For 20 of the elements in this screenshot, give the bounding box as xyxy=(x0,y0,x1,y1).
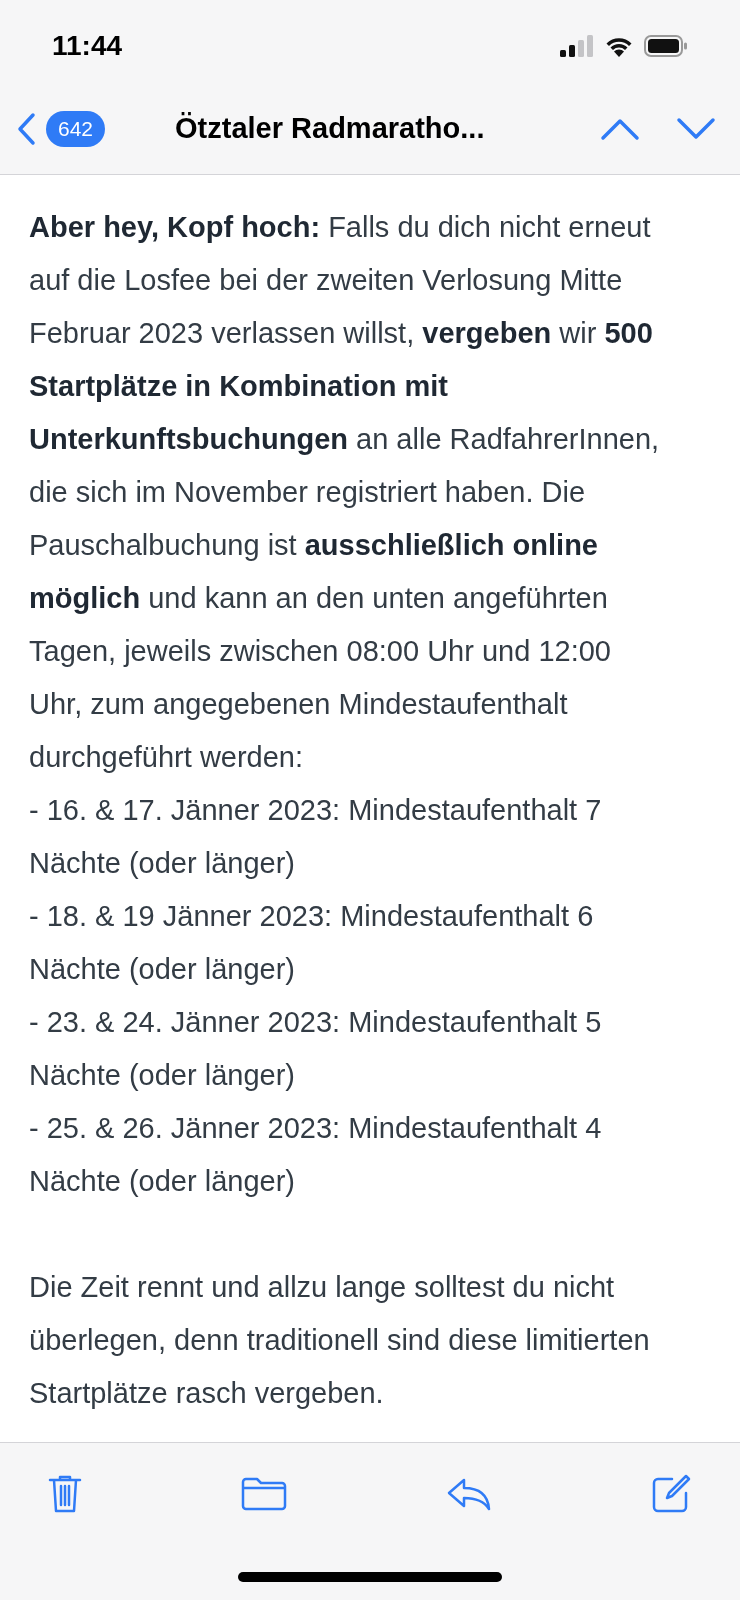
message-text: - 16. & 17. Jänner 2023: Mindestaufenthalt 7 Nächte (oder länger) xyxy=(29,793,603,881)
message-text: - 25. & 26. Jänner 2023: Mindestaufenthalt 4 Nächte (oder länger) xyxy=(29,1111,603,1199)
status-time: 11:44 xyxy=(52,29,123,63)
signal-icon xyxy=(560,35,594,57)
message-text: Aber hey, Kopf hoch: Falls du dich nicht erneut auf die Losfee bei der zweiten Verlosung Mitte Februar 2023 verlassen willst, vergeben wir 500 Startplätze in Kombination mit Unterkunftsbuchungen an alle RadfahrerInnen, die sich im November registriert haben. Die Pauschalbuchung ist ausschließlich online möglich und kann an den unten angeführten Tagen, jeweils zwischen 08:00 Uhr und 12:00 Uhr, zum angegebenen Mindestaufenthalt durchgeführt werden: xyxy=(29,210,661,775)
reply-icon[interactable] xyxy=(446,1476,492,1512)
wifi-icon xyxy=(604,35,634,57)
unread-count-badge: 642 xyxy=(46,111,106,147)
message-title: Ötztaler Radmaratho... xyxy=(175,111,485,147)
message-text: - 23. & 24. Jänner 2023: Mindestaufenthalt 5 Nächte (oder länger) xyxy=(29,1005,603,1093)
folder-icon[interactable] xyxy=(240,1476,288,1512)
battery-icon xyxy=(644,35,688,57)
next-message-icon[interactable] xyxy=(676,117,716,141)
previous-message-icon[interactable] xyxy=(600,117,640,141)
message-text: Die Zeit rennt und allzu lange solltest du nicht überlegen, denn traditionell sind diese limitierten Startplätze rasch vergeben. xyxy=(29,1270,651,1411)
back-button[interactable]: 642 xyxy=(16,111,106,147)
trash-icon[interactable] xyxy=(48,1474,82,1514)
back-chevron-icon xyxy=(16,112,36,146)
message-text: - 18. & 19 Jänner 2023: Mindestaufenthalt 6 Nächte (oder länger) xyxy=(29,899,595,987)
compose-icon[interactable] xyxy=(650,1473,692,1515)
